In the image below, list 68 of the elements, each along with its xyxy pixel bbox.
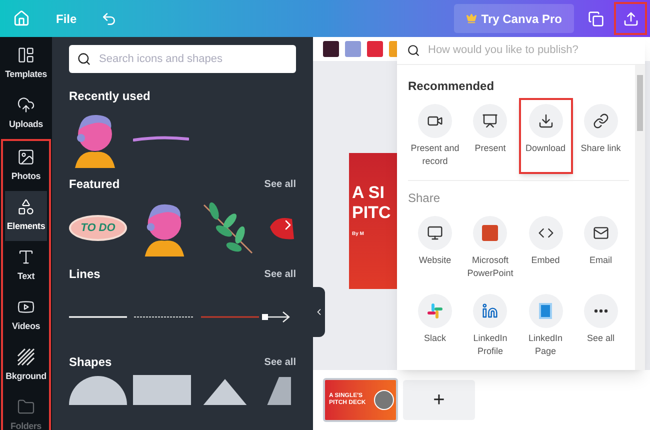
publish-option[interactable]: Embed xyxy=(518,210,572,286)
publish-option[interactable]: Present xyxy=(463,98,518,174)
publish-option[interactable]: Slack xyxy=(408,288,462,364)
more-icon xyxy=(594,309,608,313)
publish-option[interactable]: Download xyxy=(518,98,572,174)
see-all-link[interactable]: See all xyxy=(264,176,296,192)
cloud-upload-icon xyxy=(17,96,35,114)
search-input[interactable]: Search icons and shapes xyxy=(99,50,288,68)
text-icon xyxy=(17,248,35,266)
section-title: Featured xyxy=(69,176,120,193)
search-icon xyxy=(77,52,91,66)
undo-icon xyxy=(100,10,117,26)
try-pro-button[interactable]: Try Canva Pro xyxy=(454,4,574,33)
monitor-icon xyxy=(427,225,443,241)
search-field[interactable]: Search icons and shapes xyxy=(69,45,296,73)
slack-icon xyxy=(427,303,443,319)
sidebar-tab[interactable]: Photos xyxy=(5,141,47,191)
sidebar-tab[interactable]: Bkground xyxy=(5,341,47,391)
publish-option[interactable]: Present and record xyxy=(408,98,462,174)
see-all-link[interactable]: See all xyxy=(264,354,296,370)
shapes-icon xyxy=(17,198,35,216)
link-icon xyxy=(592,113,609,129)
share-button[interactable] xyxy=(614,2,647,35)
add-page-button[interactable]: + xyxy=(403,380,475,420)
layout-icon xyxy=(17,46,35,64)
color-swatch[interactable] xyxy=(323,41,339,57)
color-swatch[interactable] xyxy=(367,41,383,57)
see-all-link[interactable]: See all xyxy=(264,266,296,282)
upload-icon xyxy=(622,10,638,26)
sidebar-tab[interactable]: Elements xyxy=(5,191,47,241)
search-icon xyxy=(407,44,420,57)
sidebar-tab[interactable]: Videos xyxy=(5,291,47,341)
image-icon xyxy=(17,148,35,166)
publish-option[interactable]: Microsoft PowerPoint xyxy=(463,210,518,286)
publish-option[interactable]: See all xyxy=(574,288,628,364)
publish-search-field[interactable]: How would you like to publish? xyxy=(428,42,635,59)
publish-option[interactable]: Website xyxy=(408,210,462,286)
sidebar-tab[interactable]: Uploads xyxy=(5,89,47,139)
section-title: Shapes xyxy=(69,354,112,371)
group-heading: Share xyxy=(408,190,442,207)
publish-option[interactable]: LinkedIn Page xyxy=(518,288,572,364)
slide-title: A SI xyxy=(352,183,386,203)
photo-placeholder xyxy=(374,390,394,410)
folder-icon xyxy=(17,398,35,416)
publish-option[interactable]: LinkedIn Profile xyxy=(463,288,518,364)
linkedin-icon xyxy=(482,303,498,319)
powerpoint-icon xyxy=(482,225,498,241)
sidebar-tab[interactable]: Templates xyxy=(5,39,47,89)
page-icon xyxy=(539,303,552,319)
sidebar-tab[interactable]: Text xyxy=(5,241,47,291)
download-icon xyxy=(538,113,554,129)
group-heading: Recommended xyxy=(408,78,496,95)
section-title: Recently used xyxy=(69,88,150,105)
color-swatch[interactable] xyxy=(345,41,361,57)
scrollbar[interactable] xyxy=(635,65,645,370)
slide-title: PITC xyxy=(352,203,392,223)
presentation-icon xyxy=(482,113,498,129)
publish-option[interactable]: Share link xyxy=(574,98,628,174)
publish-option[interactable]: Email xyxy=(574,210,628,286)
todo-sticker: TO DO xyxy=(69,215,127,241)
copy-icon xyxy=(588,10,604,26)
brush-stroke xyxy=(133,136,189,142)
hatch-icon xyxy=(17,348,35,366)
mail-icon xyxy=(592,225,609,241)
leaf-branch-sticker xyxy=(202,201,254,255)
section-title: Lines xyxy=(69,266,100,283)
crown-icon xyxy=(466,13,478,24)
home-icon xyxy=(13,10,30,27)
